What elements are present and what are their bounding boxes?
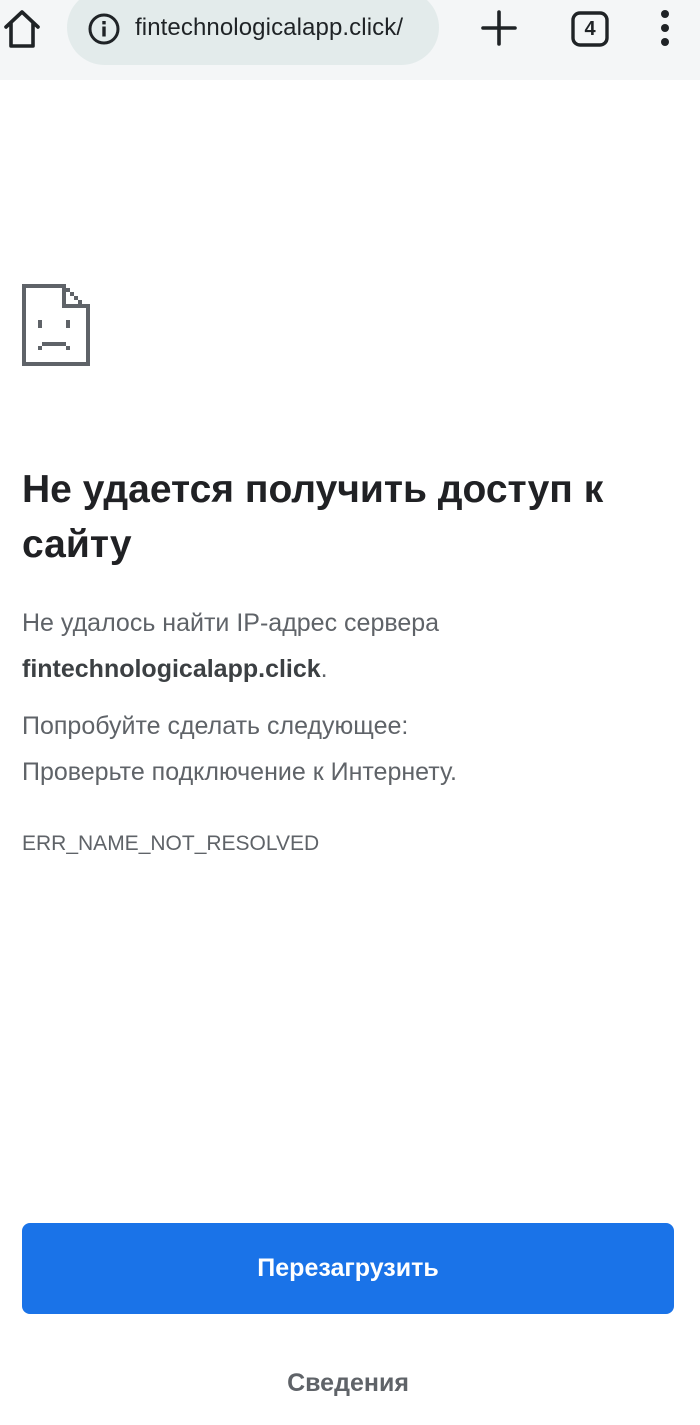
browser-menu-button[interactable] [648, 8, 682, 48]
address-bar[interactable]: fintechnologicalapp.click/ [67, 0, 439, 65]
info-icon[interactable] [87, 12, 121, 46]
new-tab-button[interactable] [479, 8, 519, 48]
suggestions-title: Попробуйте сделать следующее: [22, 712, 409, 740]
home-button[interactable] [2, 6, 42, 50]
error-domain: fintechnologicalapp.click [22, 655, 321, 683]
home-icon [4, 10, 40, 48]
details-button[interactable]: Сведения [248, 1360, 448, 1406]
error-code: ERR_NAME_NOT_RESOLVED [22, 832, 320, 855]
error-description: Не удалось найти IP-адрес сервера fintech… [22, 600, 672, 692]
more-vertical-icon [661, 10, 669, 46]
suggestion-item: Проверьте подключение к Интернету. [22, 758, 457, 786]
tab-count: 4 [584, 18, 596, 40]
browser-toolbar: fintechnologicalapp.click/ 4 [0, 0, 700, 80]
reload-button[interactable]: Перезагрузить [22, 1223, 674, 1314]
tab-switcher-button[interactable]: 4 [571, 11, 609, 47]
browser-window: fintechnologicalapp.click/ 4 Не удается … [0, 0, 700, 1425]
url-text[interactable]: fintechnologicalapp.click/ [135, 14, 425, 42]
plus-icon [481, 10, 517, 46]
sad-document-icon [22, 284, 90, 366]
description-suffix: . [320, 655, 328, 683]
description-prefix: Не удалось найти IP-адрес сервера [22, 609, 440, 637]
error-heading: Не удается получить доступ к сайту [22, 468, 604, 566]
